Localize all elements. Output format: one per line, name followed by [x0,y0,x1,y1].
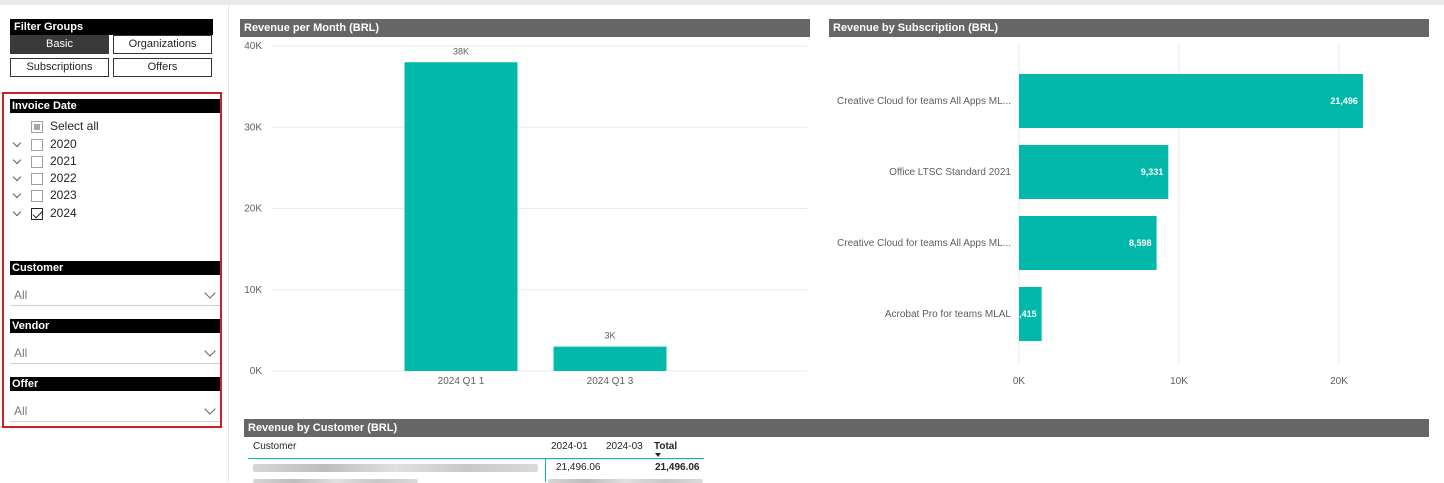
offer-title: Offer [10,377,220,391]
cell-total: 21,496.06 [655,462,700,473]
bar [1019,74,1363,128]
data-label: 8,598 [1129,238,1152,248]
revenue-by-customer-title: Revenue by Customer (BRL) [244,419,1429,437]
redacted-customer-name [253,464,538,472]
chevron-down-icon[interactable] [12,189,26,203]
customer-title: Customer [10,261,220,275]
selected-slicers-group: Invoice Date Select all 2020 2021 2022 2… [2,92,222,428]
bar [553,346,667,371]
year-checkbox-2023[interactable] [31,189,43,202]
x-tick-label: 0K [1013,376,1026,387]
year-row-2023[interactable]: 2023 [12,187,77,204]
data-label: 21,496 [1330,96,1358,106]
y-tick-label: Acrobat Pro for teams MLAL [885,309,1012,320]
x-tick-label: 10K [1170,376,1188,387]
year-label-2022: 2022 [50,171,77,185]
vendor-title: Vendor [10,319,220,333]
year-checkbox-2021[interactable] [31,155,43,168]
chevron-down-icon[interactable] [204,403,216,415]
chevron-down-icon[interactable] [12,172,26,186]
data-label: 38K [453,46,469,56]
filter-group-organizations-button[interactable]: Organizations [113,35,212,54]
sort-desc-icon[interactable] [655,453,661,457]
year-label-2024: 2024 [50,206,77,220]
column-header-customer[interactable]: Customer [253,438,296,458]
header-divider [248,458,704,459]
x-tick-label: 20K [1330,376,1348,387]
data-label: 1,415 [1014,309,1037,319]
data-label: 9,331 [1141,167,1164,177]
filter-groups-title: Filter Groups [10,19,213,35]
revenue-by-subscription-title: Revenue by Subscription (BRL) [829,19,1429,37]
filter-pane: Filter Groups Basic Organizations Subscr… [0,5,229,482]
chevron-down-icon[interactable] [204,345,216,357]
chevron-down-icon[interactable] [12,207,26,221]
customer-dropdown[interactable]: All [10,284,220,306]
year-row-2022[interactable]: 2022 [12,170,77,187]
revenue-per-month-chart: 0K 10K 20K 30K 40K 38K 2024 Q1 1 3K 2024 Q1 3 [244,41,807,387]
redacted-row [253,479,418,483]
y-tick-label: 0K [250,366,263,377]
redacted-row-values [548,479,703,483]
year-label-2021: 2021 [50,154,77,168]
y-tick-label: 30K [244,122,262,133]
x-tick-label: 2024 Q1 3 [587,376,634,387]
chevron-down-icon[interactable] [12,155,26,169]
offer-dropdown[interactable]: All [10,400,220,422]
year-checkbox-2020[interactable] [31,138,43,151]
y-tick-label: 20K [244,204,262,215]
select-all-checkbox[interactable] [31,120,43,133]
year-row-2021[interactable]: 2021 [12,153,77,170]
x-tick-label: 2024 Q1 1 [438,376,485,387]
select-all-row[interactable]: Select all [26,118,99,135]
year-row-2020[interactable]: 2020 [12,136,77,153]
revenue-per-month-title: Revenue per Month (BRL) [240,19,810,37]
chevron-down-icon[interactable] [12,138,26,152]
year-label-2023: 2023 [50,188,77,202]
vendor-dropdown-value: All [14,346,28,360]
column-divider [545,458,546,482]
y-tick-label: Creative Cloud for teams All Apps ML... [837,96,1011,107]
cell-2024-01: 21,496.06 [556,462,601,473]
bar [404,62,518,371]
column-header-2024-01[interactable]: 2024-01 [551,438,588,458]
y-tick-label: Creative Cloud for teams All Apps ML... [837,238,1011,249]
vendor-dropdown[interactable]: All [10,342,220,364]
revenue-by-subscription-chart: 0K 10K 20K Creative Cloud for teams All App… [837,44,1363,387]
chevron-down-icon[interactable] [204,287,216,299]
invoice-date-title: Invoice Date [10,99,220,113]
y-tick-label: 10K [244,285,262,296]
customer-dropdown-value: All [14,288,28,302]
offer-dropdown-value: All [14,404,28,418]
select-all-label: Select all [50,119,99,133]
data-label: 3K [604,331,615,341]
year-checkbox-2024[interactable] [31,207,43,220]
filter-group-offers-button[interactable]: Offers [113,58,212,77]
year-checkbox-2022[interactable] [31,172,43,185]
year-row-2024[interactable]: 2024 [12,205,77,222]
column-header-2024-03[interactable]: 2024-03 [606,438,643,458]
year-label-2020: 2020 [50,137,77,151]
y-tick-label: Office LTSC Standard 2021 [889,167,1011,178]
y-tick-label: 40K [244,41,262,52]
filter-group-basic-button[interactable]: Basic [10,35,109,54]
filter-group-subscriptions-button[interactable]: Subscriptions [10,58,109,77]
